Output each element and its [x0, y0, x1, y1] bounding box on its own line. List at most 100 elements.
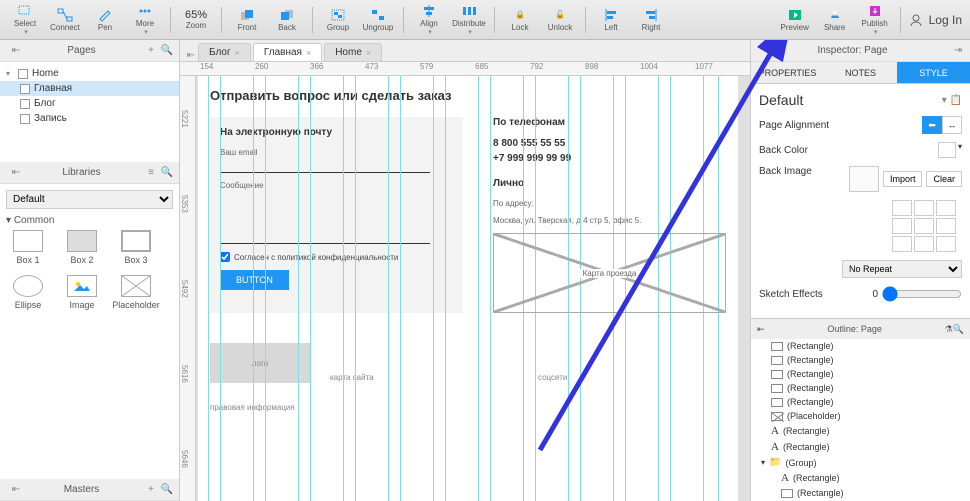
- front-button[interactable]: Front: [230, 2, 264, 38]
- library-category[interactable]: ▾ Common: [6, 215, 173, 226]
- inspector-tabs: PROPERTIES NOTES STYLE: [751, 62, 970, 84]
- collapse-icon[interactable]: ⇤: [757, 324, 765, 335]
- back-color-label: Back Color: [759, 145, 808, 156]
- legal-text: правовая информация: [210, 403, 310, 412]
- inspector-panel: Inspector: Page ⇥ PROPERTIES NOTES STYLE…: [750, 40, 970, 501]
- design-canvas[interactable]: Отправить вопрос или сделать заказ На эл…: [198, 76, 738, 501]
- outline-group[interactable]: ▾📁(Group): [751, 455, 970, 470]
- lib-item-box1[interactable]: Box 1: [6, 230, 50, 265]
- select-tool[interactable]: Select: [8, 2, 42, 38]
- connect-tool[interactable]: Connect: [48, 2, 82, 38]
- page-tree-root[interactable]: ▾Home: [0, 66, 179, 81]
- publish-button[interactable]: Publish: [858, 2, 892, 38]
- outline-panel: ⇤ Outline: Page ⚗ 🔍 (Rectangle) (Rectang…: [751, 318, 970, 501]
- search-icon[interactable]: 🔍: [161, 167, 173, 179]
- tabs-collapse-icon[interactable]: ⇤: [184, 50, 198, 61]
- lib-item-image[interactable]: Image: [60, 275, 104, 310]
- canvas-area: ⇤ Блог× Главная× Home× 15426036647357968…: [180, 40, 750, 501]
- unlock-button[interactable]: 🔓Unlock: [543, 2, 577, 38]
- outline-item[interactable]: A(Rectangle): [751, 439, 970, 455]
- login-button[interactable]: Log In: [909, 13, 962, 27]
- page-tree-item[interactable]: Запись: [0, 111, 179, 126]
- page-tree-item[interactable]: Главная: [0, 81, 179, 96]
- page-align-label: Page Alignment: [759, 120, 829, 131]
- sketch-label: Sketch Effects: [759, 289, 823, 300]
- masters-panel-header: ⇤ Masters + 🔍: [0, 479, 179, 501]
- more-tool[interactable]: More: [128, 2, 162, 38]
- tab-blog[interactable]: Блог×: [198, 43, 251, 61]
- outline-item[interactable]: (Rectangle): [751, 353, 970, 367]
- tab-home[interactable]: Home×: [324, 43, 382, 61]
- pages-tree: ▾Home Главная Блог Запись: [0, 62, 179, 162]
- back-button[interactable]: Back: [270, 2, 304, 38]
- add-icon[interactable]: +: [145, 484, 157, 496]
- outline-item[interactable]: (Rectangle): [751, 367, 970, 381]
- outline-item[interactable]: (Placeholder): [751, 409, 970, 423]
- group-button[interactable]: Group: [321, 2, 355, 38]
- color-swatch[interactable]: [938, 142, 956, 158]
- outline-item[interactable]: (Rectangle): [751, 395, 970, 409]
- clear-button[interactable]: Clear: [926, 171, 962, 187]
- zoom-control[interactable]: 65%Zoom: [179, 2, 213, 38]
- close-icon[interactable]: ×: [306, 48, 311, 58]
- submit-button[interactable]: BUTTON: [220, 270, 289, 290]
- position-grid[interactable]: [892, 200, 962, 252]
- filter-icon[interactable]: ⚗: [945, 324, 953, 335]
- ruler-horizontal: 15426036647357968579289810041077: [180, 62, 750, 76]
- back-image-label: Back Image: [759, 166, 812, 177]
- lib-item-box3[interactable]: Box 3: [114, 230, 158, 265]
- tab-notes[interactable]: NOTES: [824, 62, 897, 83]
- phone-2: +7 999 999 99 99: [493, 153, 726, 164]
- add-page-icon[interactable]: +: [145, 45, 157, 57]
- image-preview[interactable]: [849, 166, 879, 192]
- collapse-icon[interactable]: ⇤: [10, 484, 22, 496]
- outline-item[interactable]: (Rectangle): [751, 381, 970, 395]
- logo-placeholder: лого: [210, 343, 310, 383]
- inspector-header: Inspector: Page ⇥: [751, 40, 970, 62]
- align-right-button[interactable]: Right: [634, 2, 668, 38]
- tab-properties[interactable]: PROPERTIES: [751, 62, 824, 83]
- ungroup-button[interactable]: Ungroup: [361, 2, 395, 38]
- collapse-icon[interactable]: ⇥: [952, 45, 964, 57]
- align-left-button[interactable]: Left: [594, 2, 628, 38]
- phone-1: 8 800 555 55 55: [493, 138, 726, 149]
- library-select[interactable]: Default: [6, 190, 173, 209]
- pen-tool[interactable]: Pen: [88, 2, 122, 38]
- social-text: соцсети: [538, 343, 726, 412]
- page-heading: Отправить вопрос или сделать заказ: [210, 88, 726, 103]
- sketch-value: 0: [872, 289, 878, 300]
- align-center-btn[interactable]: ↔: [942, 116, 962, 134]
- import-button[interactable]: Import: [883, 171, 923, 187]
- outline-item[interactable]: A(Rectangle): [751, 423, 970, 439]
- search-icon[interactable]: 🔍: [161, 484, 173, 496]
- email-label: Ваш email: [220, 148, 453, 157]
- sketch-slider[interactable]: [882, 286, 962, 302]
- share-button[interactable]: Share: [818, 2, 852, 38]
- distribute-button[interactable]: Distribute: [452, 2, 486, 38]
- search-icon[interactable]: 🔍: [161, 45, 173, 57]
- map-placeholder: Карта проезда: [493, 233, 726, 313]
- list-icon[interactable]: ≡: [145, 167, 157, 179]
- lib-item-ellipse[interactable]: Ellipse: [6, 275, 50, 310]
- outline-item[interactable]: (Rectangle): [751, 486, 970, 500]
- outline-item[interactable]: A(Rectangle): [751, 470, 970, 486]
- repeat-select[interactable]: No Repeat: [842, 260, 962, 278]
- tab-style[interactable]: STYLE: [897, 62, 970, 83]
- close-icon[interactable]: ×: [235, 48, 240, 58]
- lock-button[interactable]: 🔒Lock: [503, 2, 537, 38]
- collapse-icon[interactable]: ⇤: [10, 167, 22, 179]
- consent-checkbox[interactable]: Согласен с политикой конфиденциальности: [220, 252, 453, 262]
- search-icon[interactable]: 🔍: [953, 324, 964, 335]
- close-icon[interactable]: ×: [366, 48, 371, 58]
- tab-main[interactable]: Главная×: [253, 43, 322, 61]
- address-label: По адресу:: [493, 199, 726, 208]
- preview-button[interactable]: Preview: [778, 2, 812, 38]
- align-button[interactable]: Align: [412, 2, 446, 38]
- page-tree-item[interactable]: Блог: [0, 96, 179, 111]
- lib-item-placeholder[interactable]: Placeholder: [114, 275, 158, 310]
- collapse-icon[interactable]: ⇤: [10, 45, 22, 57]
- outline-item[interactable]: (Rectangle): [751, 339, 970, 353]
- align-left-btn[interactable]: ⬅: [922, 116, 942, 134]
- person-section-title: Лично: [493, 178, 726, 189]
- lib-item-box2[interactable]: Box 2: [60, 230, 104, 265]
